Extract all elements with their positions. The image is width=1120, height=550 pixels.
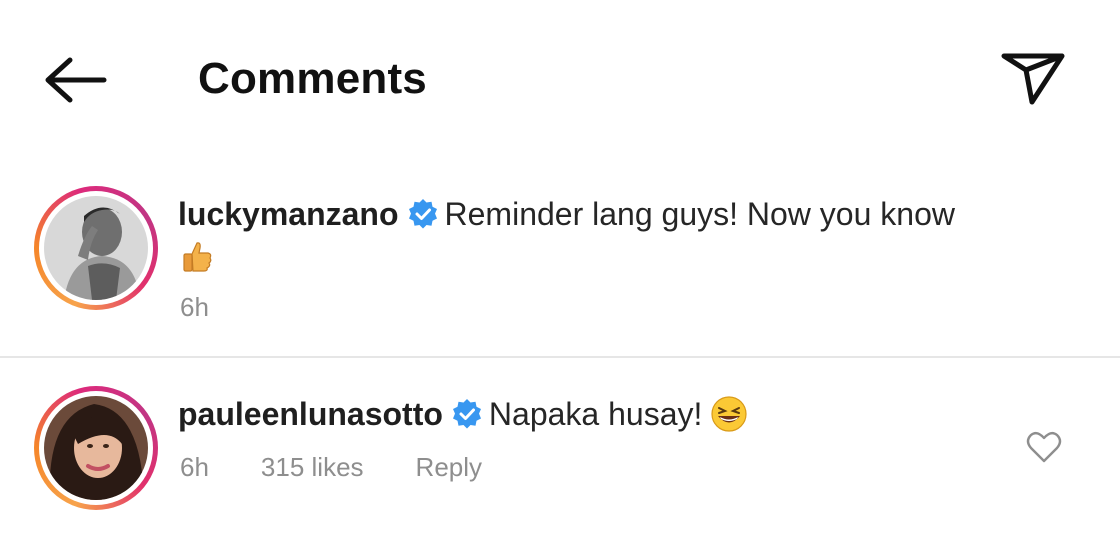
back-button[interactable] (40, 52, 112, 112)
comment-text: Reminder lang guys! Now you know (444, 196, 955, 232)
likes-count-link[interactable]: 315 likes (261, 452, 364, 482)
comment-username[interactable]: luckymanzano (178, 196, 399, 232)
comment-meta: 6h 315 likes Reply (180, 452, 534, 483)
avatar[interactable] (34, 186, 158, 310)
verified-badge-icon (407, 198, 439, 239)
grinning-squinting-face-icon (710, 395, 748, 442)
avatar-photo (44, 196, 148, 300)
share-button[interactable] (996, 46, 1068, 108)
comments-header: Comments (0, 0, 1120, 160)
heart-icon (1026, 431, 1062, 463)
comment-item: luckymanzano Reminder lang guys! Now you … (0, 182, 1120, 356)
comment-item: pauleenlunasotto Napaka husay! 6h 315 like… (0, 382, 1120, 550)
like-button[interactable] (1026, 430, 1062, 464)
reply-button[interactable]: Reply (416, 452, 482, 482)
arrow-left-icon (45, 57, 107, 103)
comment-divider (0, 356, 1120, 358)
comment-text: Napaka husay! (488, 396, 703, 432)
thumbs-up-icon (180, 240, 214, 279)
page-title: Comments (198, 54, 427, 103)
comment-meta: 6h (180, 292, 261, 323)
comment-time: 6h (180, 292, 209, 322)
avatar-photo (44, 396, 148, 500)
paper-plane-icon (1001, 53, 1065, 105)
avatar[interactable] (34, 386, 158, 510)
comment-time: 6h (180, 452, 209, 482)
comment-username[interactable]: pauleenlunasotto (178, 396, 443, 432)
verified-badge-icon (451, 398, 483, 439)
